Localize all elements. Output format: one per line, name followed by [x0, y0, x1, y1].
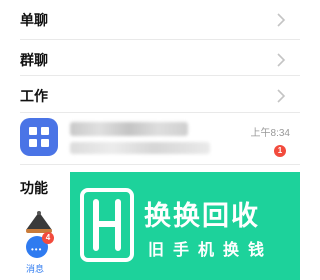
work-label: 工作 — [20, 88, 48, 104]
chevron-right-icon — [277, 13, 286, 27]
app-shortcut-icon[interactable] — [22, 210, 56, 234]
group-avatar — [20, 118, 58, 156]
group-chat-label: 群聊 — [20, 52, 48, 68]
huanhuan-logo-icon — [80, 188, 134, 262]
banner-title: 换换回收 — [144, 201, 260, 231]
contact-row-work[interactable]: 工作 — [0, 76, 300, 116]
messages-label: 消息 — [26, 264, 45, 274]
chevron-right-icon — [277, 89, 286, 103]
message-dots: ••• — [31, 245, 43, 254]
banner-slogan: 旧手机换钱 — [148, 242, 274, 259]
blurred-chat-name — [70, 122, 188, 136]
watermark-banner: 换换回收 旧手机换钱 — [70, 172, 300, 280]
messages-shortcut[interactable]: ••• 4 消息 — [22, 232, 54, 280]
messages-badge: 4 — [42, 232, 54, 244]
chat-list-item[interactable]: 上午8:34 1 — [0, 112, 300, 164]
divider — [20, 164, 300, 165]
features-section-title: 功能 — [20, 180, 48, 196]
contact-row-group-chat[interactable]: 群聊 — [0, 40, 300, 80]
blurred-chat-preview — [70, 142, 210, 154]
chevron-right-icon — [277, 53, 286, 67]
chat-time: 上午8:34 — [250, 128, 290, 139]
contact-row-single-chat[interactable]: 单聊 — [0, 0, 300, 40]
single-chat-label: 单聊 — [20, 12, 48, 28]
unread-badge: 1 — [274, 145, 286, 157]
